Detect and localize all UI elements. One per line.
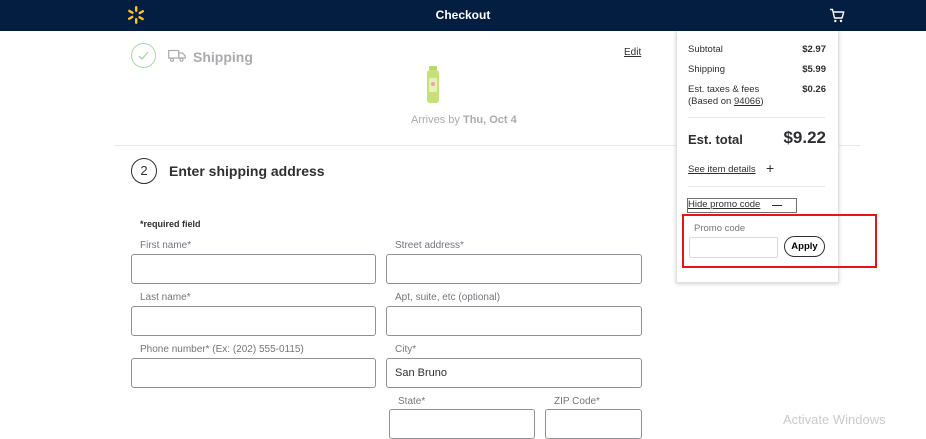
first-name-label: First name* [140, 240, 192, 251]
state-select[interactable] [389, 409, 535, 439]
summary-divider [688, 186, 825, 187]
apt-suite-input[interactable] [386, 306, 642, 336]
zip-code-input[interactable] [545, 409, 642, 439]
taxes-basis: (Based on 94066) [688, 96, 764, 107]
checkout-header: Checkout [0, 0, 926, 31]
shipping-step-label: Shipping [193, 49, 253, 65]
page-title: Checkout [435, 8, 491, 22]
shipping-fee-value: $5.99 [802, 64, 826, 75]
required-field-note: *required field [140, 219, 201, 229]
subtotal-label: Subtotal [688, 44, 723, 55]
state-label: State* [398, 396, 426, 407]
last-name-label: Last name* [140, 292, 191, 303]
activate-windows-watermark: Activate Windows [783, 412, 886, 427]
taxes-label: Est. taxes & fees [688, 84, 760, 95]
highlight-box [682, 214, 877, 268]
edit-shipping-link[interactable]: Edit [624, 47, 641, 58]
address-section-title: Enter shipping address [169, 163, 325, 179]
last-name-input[interactable] [131, 306, 376, 336]
city-input[interactable]: San Bruno [386, 358, 642, 388]
shipping-fee-label: Shipping [688, 64, 725, 75]
arrival-estimate: Arrives by Thu, Oct 4 [411, 114, 517, 126]
est-total-value: $9.22 [783, 128, 826, 147]
tax-zip-link[interactable]: 94066 [734, 96, 760, 107]
apt-suite-label: Apt, suite, etc (optional) [395, 292, 501, 303]
phone-number-label: Phone number* (Ex: (202) 555-0115) [140, 344, 304, 355]
city-label: City* [395, 344, 417, 355]
hide-promo-code-link[interactable]: Hide promo code [688, 199, 760, 210]
minus-icon[interactable] [772, 205, 782, 206]
cart-icon[interactable] [829, 8, 845, 23]
plus-icon[interactable]: + [766, 160, 774, 176]
subtotal-value: $2.97 [802, 44, 826, 55]
summary-divider [688, 117, 825, 118]
phone-number-input[interactable] [131, 358, 376, 388]
shipping-complete-check-icon [131, 43, 156, 68]
taxes-value: $0.26 [802, 84, 826, 95]
zip-code-label: ZIP Code* [554, 396, 600, 407]
product-thumbnail [427, 66, 439, 103]
step-number-badge: 2 [131, 158, 157, 184]
est-total-label: Est. total [688, 132, 743, 147]
truck-icon [168, 49, 186, 62]
city-value: San Bruno [395, 367, 447, 379]
first-name-input[interactable] [131, 254, 376, 284]
street-address-label: Street address* [395, 240, 464, 251]
see-item-details-link[interactable]: See item details [688, 164, 756, 175]
arrival-date: Thu, Oct 4 [462, 114, 517, 126]
street-address-input[interactable] [386, 254, 642, 284]
